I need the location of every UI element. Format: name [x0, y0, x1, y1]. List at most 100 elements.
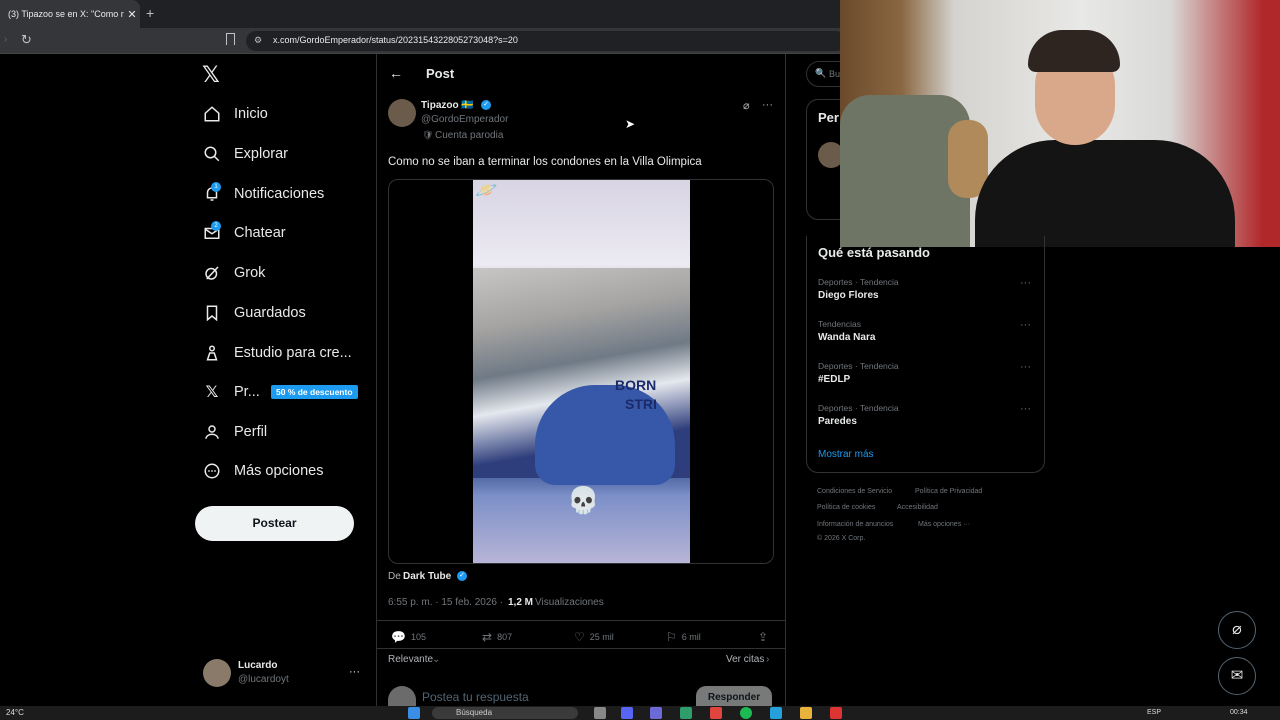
discount-badge[interactable]: 50 % de descuento — [271, 385, 358, 399]
trend-more-icon[interactable]: ··· — [1020, 277, 1031, 289]
app-icon[interactable] — [770, 707, 782, 719]
footer-link-cookies[interactable]: Política de cookies — [817, 504, 875, 511]
nav-label: Chatear — [234, 225, 286, 241]
back-arrow-icon[interactable]: ← — [389, 65, 403, 81]
address-bar[interactable]: ⚙ x.com/GordoEmperador/status/2023154322… — [246, 31, 846, 51]
url-text[interactable]: x.com/GordoEmperador/status/202315432280… — [273, 35, 518, 45]
creator-studio-icon — [200, 341, 224, 365]
new-tab-button[interactable]: + — [146, 5, 154, 21]
repost-action[interactable]: ⇄ 807 — [482, 630, 512, 644]
bookmark-icon — [200, 301, 224, 325]
tab-close-icon[interactable]: ✕ — [124, 8, 140, 21]
nav-label: Pr... — [234, 384, 260, 400]
author-avatar[interactable] — [388, 99, 416, 127]
language-indicator[interactable]: ESP — [1147, 709, 1161, 716]
trend-more-icon[interactable]: ··· — [1020, 361, 1031, 373]
forward-icon[interactable]: › — [4, 34, 7, 45]
trend-name[interactable]: #EDLP — [818, 374, 850, 385]
mouse-cursor-icon: ➤ — [625, 117, 636, 131]
nav-item-grok[interactable]: Grok — [200, 258, 265, 288]
footer-link-privacy[interactable]: Política de Privacidad — [915, 488, 982, 495]
trend-more-icon[interactable]: ··· — [1020, 403, 1031, 415]
quotes-link[interactable]: Ver citas — [726, 654, 764, 665]
windows-start-icon[interactable] — [408, 707, 420, 719]
trends-title: Qué está pasando — [818, 245, 930, 260]
footer-link-ads[interactable]: Información de anuncios — [817, 521, 893, 528]
chevron-right-icon[interactable]: › — [766, 654, 769, 665]
author-name[interactable]: Tipazoo 🇸🇪 — [421, 100, 474, 111]
trend-category: Deportes · Tendencia — [818, 403, 899, 413]
show-more-link[interactable]: Mostrar más — [818, 449, 874, 460]
account-avatar[interactable] — [203, 659, 231, 687]
chevron-down-icon[interactable]: ⌄ — [432, 654, 440, 665]
footer-link-accessibility[interactable]: Accesibilidad — [897, 504, 938, 511]
account-menu-icon[interactable]: ··· — [349, 666, 360, 678]
grok-explain-icon[interactable]: ⌀ — [743, 99, 750, 112]
video-player[interactable]: BORN STRI 💀 🪐 — [388, 179, 774, 564]
sort-dropdown[interactable]: Relevante — [388, 654, 433, 665]
video-overlay-text: STRI — [625, 396, 657, 412]
webcam-person-hair — [1028, 30, 1120, 72]
brave-icon[interactable] — [710, 707, 722, 719]
shield-icon: 🛡 — [422, 130, 434, 140]
repost-count: 807 — [497, 632, 513, 642]
reply-count: 105 — [410, 632, 426, 642]
bookmark-action[interactable]: ⚐ 6 mil — [666, 630, 701, 644]
post-button[interactable]: Postear — [195, 506, 354, 541]
post-timestamp[interactable]: 6:55 p. m. · 15 feb. 2026 · — [388, 597, 503, 608]
footer-link-more[interactable]: Más opciones ··· — [918, 521, 970, 528]
site-info-icon[interactable]: ⚙ — [254, 35, 262, 46]
discord-icon[interactable] — [621, 707, 633, 719]
spotify-icon[interactable] — [740, 707, 752, 719]
notification-badge: 1 — [211, 182, 221, 192]
tab-title: (3) Tipazoo se en X: "Como no — [8, 9, 124, 19]
share-action[interactable]: ⇪ — [758, 630, 773, 644]
trend-name[interactable]: Paredes — [818, 416, 857, 427]
reply-input[interactable]: Postea tu respuesta — [422, 690, 529, 704]
nav-item-perfil[interactable]: Perfil — [200, 417, 267, 447]
nav-item-inicio[interactable]: Inicio — [200, 99, 268, 129]
task-view-icon[interactable] — [594, 707, 606, 719]
messages-float-button[interactable]: ✉ — [1218, 657, 1256, 695]
column-divider — [785, 54, 786, 720]
footer-link-terms[interactable]: Condiciones de Servicio — [817, 488, 892, 495]
app-icon[interactable] — [680, 707, 692, 719]
source-name[interactable]: Dark Tube — [403, 571, 451, 582]
taskbar-search[interactable]: Búsqueda — [432, 707, 578, 719]
account-name[interactable]: Lucardo — [238, 660, 277, 671]
share-icon: ⇪ — [758, 630, 769, 644]
mail-icon: ✉ — [1230, 667, 1244, 684]
grok-icon — [200, 261, 224, 285]
nav-label: Inicio — [234, 106, 268, 122]
planet-sticker-icon: 🪐 — [475, 180, 498, 200]
post-more-icon[interactable]: ··· — [762, 99, 773, 111]
grok-float-button[interactable]: ⌀ — [1218, 611, 1256, 649]
x-logo-icon[interactable]: 𝕏 — [202, 62, 220, 88]
browser-tab[interactable]: (3) Tipazoo se en X: "Como no ✕ — [0, 0, 140, 28]
nav-label: Guardados — [234, 305, 306, 321]
reload-icon[interactable]: ↻ — [21, 32, 32, 48]
like-action[interactable]: ♡ 25 mil — [574, 630, 614, 644]
reply-button[interactable]: Responder — [696, 686, 772, 706]
trend-name[interactable]: Wanda Nara — [818, 332, 875, 343]
heart-icon: ♡ — [574, 630, 585, 644]
reply-avatar — [388, 686, 416, 706]
author-handle[interactable]: @GordoEmperador — [421, 114, 508, 125]
app-icon[interactable] — [650, 707, 662, 719]
nav-item-guardados[interactable]: Guardados — [200, 298, 306, 328]
reply-action[interactable]: 💬 105 — [391, 630, 426, 644]
weather-text[interactable]: 24°C — [6, 708, 24, 717]
nav-item-mas-opciones[interactable]: Más opciones — [200, 456, 323, 486]
nav-item-premium[interactable]: 𝕏 Pr... — [200, 377, 260, 407]
bookmark-star-icon[interactable] — [226, 33, 235, 45]
clock-text[interactable]: 00:34 — [1230, 709, 1248, 716]
trend-name[interactable]: Diego Flores — [818, 290, 879, 301]
nav-item-explorar[interactable]: Explorar — [200, 139, 288, 169]
file-explorer-icon[interactable] — [800, 707, 812, 719]
verified-badge-icon: ✓ — [481, 100, 491, 110]
nav-item-estudio[interactable]: Estudio para cre... — [200, 338, 352, 368]
video-frame: BORN STRI 💀 🪐 — [473, 180, 690, 563]
app-icon[interactable] — [830, 707, 842, 719]
trend-more-icon[interactable]: ··· — [1020, 319, 1031, 331]
os-taskbar: 24°C Búsqueda ESP 00:34 — [0, 706, 1280, 720]
